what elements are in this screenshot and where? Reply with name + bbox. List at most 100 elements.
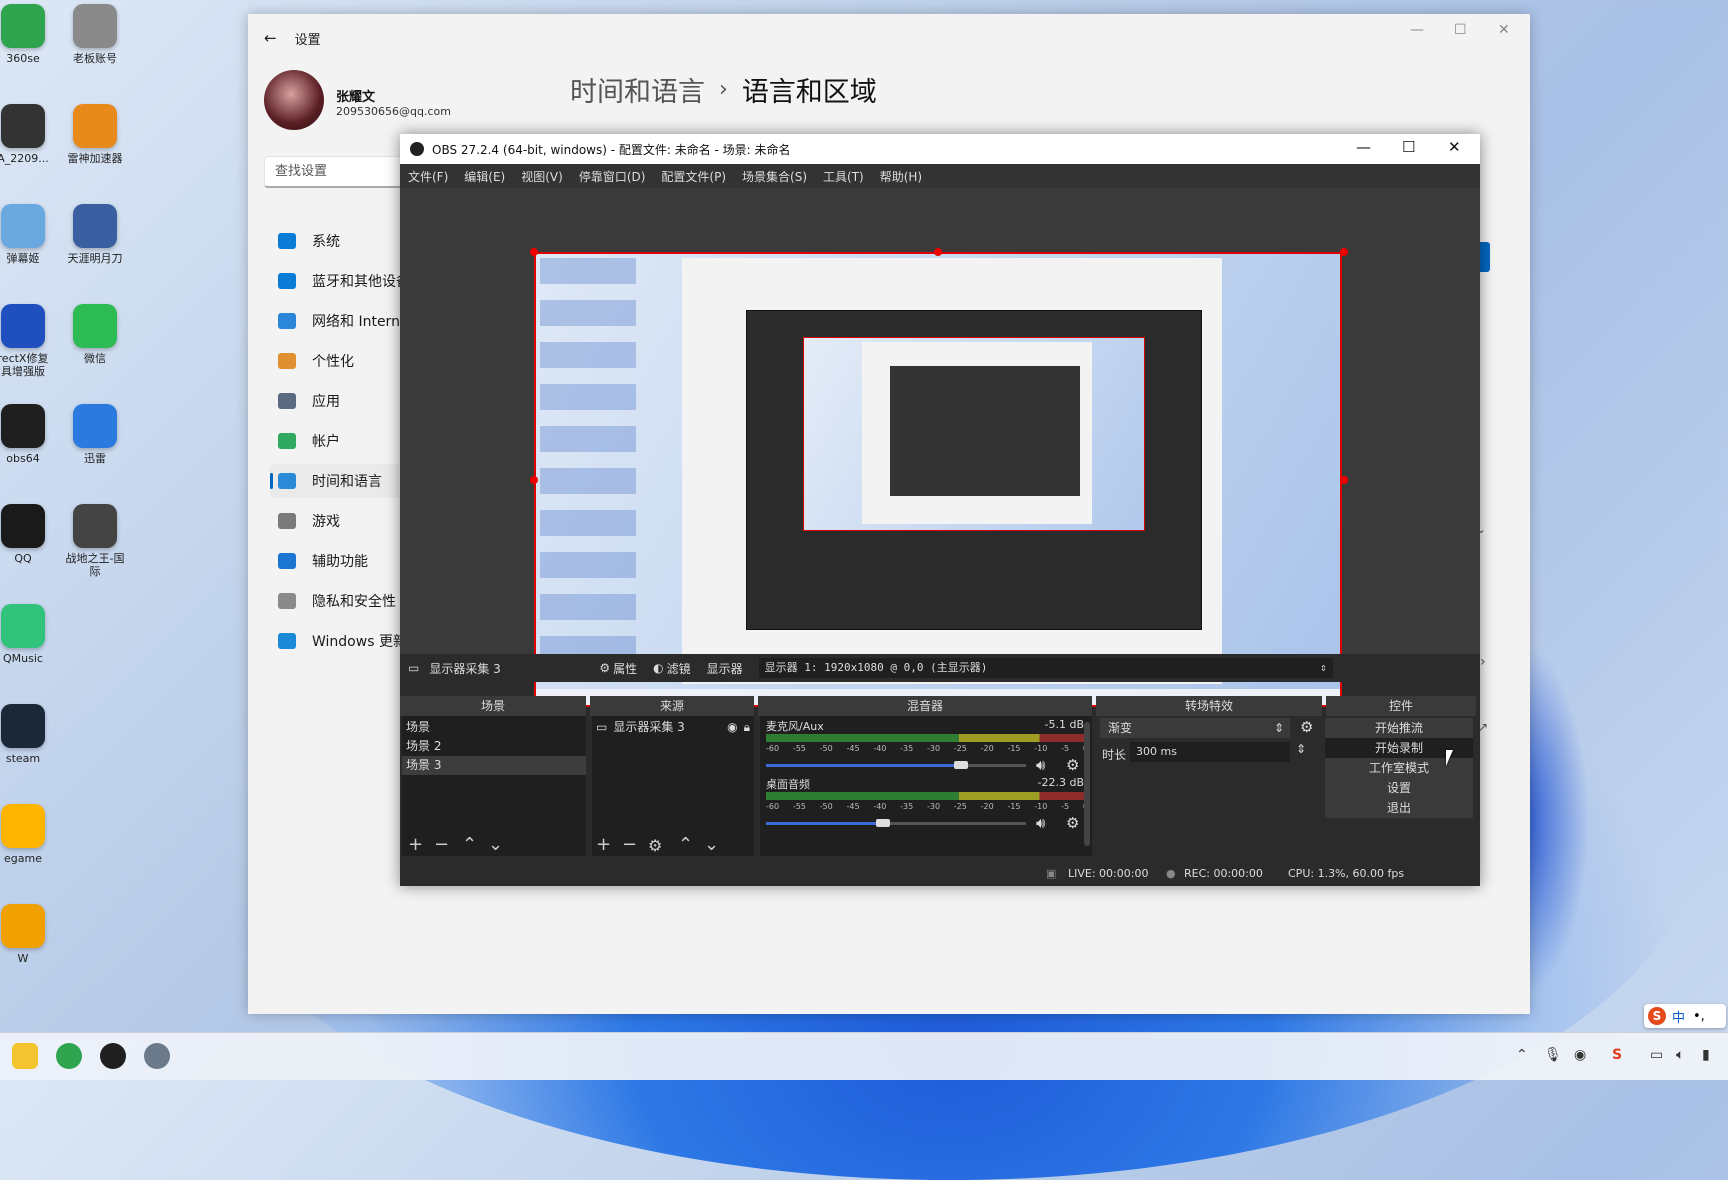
eye-icon[interactable]: ◉ — [727, 718, 737, 737]
updown-icon: ⇕ — [1320, 661, 1327, 674]
resize-handle[interactable] — [530, 476, 538, 484]
source-item[interactable]: ▭ 显示器采集 3 ◉ 🔒︎ — [592, 718, 754, 737]
back-arrow-icon[interactable]: ← — [264, 29, 277, 47]
close-icon[interactable]: ✕ — [1448, 138, 1461, 156]
move-down-icon[interactable]: ⌄ — [704, 834, 719, 855]
menu-item[interactable]: 文件(F) — [408, 168, 448, 185]
meter-tick-label: -30 — [926, 802, 941, 811]
speaker-icon[interactable]: 🔊︎ — [1036, 814, 1045, 832]
chevron-right-icon[interactable]: › — [1480, 654, 1486, 670]
sogou-icon[interactable]: S — [1612, 1047, 1622, 1063]
menu-item[interactable]: 配置文件(P) — [661, 168, 726, 185]
menu-item[interactable]: 场景集合(S) — [742, 168, 807, 185]
desktop-icon[interactable]: W — [0, 904, 66, 965]
avatar[interactable] — [264, 70, 324, 130]
add-source-icon[interactable]: + — [596, 834, 611, 855]
menu-item[interactable]: 编辑(E) — [464, 168, 505, 185]
display-select[interactable]: 显示器 1: 1920x1080 @ 0,0 (主显示器) ⇕ — [758, 658, 1333, 678]
obs-taskbar-icon[interactable] — [100, 1043, 126, 1069]
volume-slider[interactable] — [766, 764, 961, 767]
duration-spinbox[interactable]: 300 ms — [1130, 742, 1290, 762]
gear-icon[interactable]: ⚙ — [648, 836, 662, 855]
scene-item[interactable]: 场景 2 — [402, 737, 586, 756]
preview-canvas[interactable] — [534, 252, 1342, 707]
gear-icon[interactable]: ⚙ — [1066, 756, 1079, 774]
network-icon[interactable]: ◉ — [1574, 1047, 1586, 1063]
meter-tick-label: -35 — [900, 744, 914, 753]
chevron-up-icon[interactable]: ⌃ — [1516, 1047, 1528, 1063]
desktop-icon[interactable]: 天涯明月刀 — [52, 204, 138, 265]
lock-icon[interactable]: 🔒︎ — [744, 718, 750, 737]
punctuation-icon[interactable]: •, — [1693, 1009, 1705, 1024]
desktop-icon[interactable]: 迅雷 — [52, 404, 138, 465]
resize-handle[interactable] — [1340, 476, 1348, 484]
desktop-icon[interactable]: 雷神加速器 — [52, 104, 138, 165]
desktop-icon[interactable]: steam — [0, 704, 66, 765]
control-button[interactable]: 开始推流 — [1325, 718, 1473, 738]
desktop-icon-label: steam — [5, 752, 41, 765]
move-up-icon[interactable]: ⌃ — [462, 834, 477, 855]
menu-item[interactable]: 工具(T) — [823, 168, 864, 185]
resize-handle[interactable] — [1340, 248, 1348, 256]
display-select-value: 显示器 1: 1920x1080 @ 0,0 (主显示器) — [764, 661, 988, 674]
file-explorer-icon[interactable] — [12, 1043, 38, 1069]
ime-toolbar[interactable]: S 中 •, — [1644, 1004, 1726, 1028]
ime-mode[interactable]: 中 — [1672, 1007, 1685, 1026]
sources-list[interactable]: ▭ 显示器采集 3 ◉ 🔒︎ — [592, 716, 754, 856]
minimize-icon[interactable]: — — [1356, 138, 1371, 156]
close-icon[interactable]: ✕ — [1498, 22, 1510, 38]
battery-icon[interactable]: ▮ — [1702, 1047, 1710, 1063]
app-icon — [73, 4, 117, 48]
gear-icon[interactable]: ⚙ — [599, 661, 610, 675]
menu-item[interactable]: 视图(V) — [521, 168, 563, 185]
desktop-icon[interactable]: 战地之王-国 际 — [52, 504, 138, 578]
spinner-icon[interactable]: ⇕ — [1296, 742, 1306, 756]
browser-icon[interactable] — [56, 1043, 82, 1069]
app-icon — [73, 104, 117, 148]
meter-tick-label: -40 — [873, 802, 887, 811]
search-input[interactable]: 查找设置 — [275, 164, 327, 179]
control-button[interactable]: 退出 — [1325, 798, 1473, 818]
scene-item[interactable]: 场景 3 — [402, 756, 586, 775]
scene-item[interactable]: 场景 — [402, 718, 586, 737]
microphone-icon[interactable]: 🎙︎ — [1544, 1047, 1562, 1063]
gear-icon[interactable]: ⚙ — [1066, 814, 1079, 832]
menu-item[interactable]: 帮助(H) — [880, 168, 922, 185]
meter-tick-label: -45 — [846, 802, 860, 811]
meter-tick-label: -55 — [792, 802, 806, 811]
resize-handle[interactable] — [530, 248, 538, 256]
resize-handle[interactable] — [934, 248, 942, 256]
volume-slider-knob[interactable] — [876, 819, 890, 827]
move-down-icon[interactable]: ⌄ — [488, 834, 503, 855]
desktop-icon[interactable]: QMusic — [0, 604, 66, 665]
settings-taskbar-icon[interactable] — [144, 1043, 170, 1069]
app-icon — [1, 604, 45, 648]
gear-icon[interactable]: ⚙ — [1300, 718, 1313, 736]
filter-icon[interactable]: ◐ — [653, 661, 663, 675]
add-scene-icon[interactable]: + — [408, 834, 423, 855]
desktop-icon[interactable]: egame — [0, 804, 66, 865]
move-up-icon[interactable]: ⌃ — [678, 834, 693, 855]
preview-area[interactable] — [400, 188, 1480, 712]
volume-icon[interactable]: 🔈︎ — [1676, 1047, 1684, 1063]
properties-button[interactable]: 属性 — [613, 660, 637, 677]
remove-scene-icon[interactable]: − — [434, 834, 449, 855]
filters-button[interactable]: 滤镜 — [667, 660, 691, 677]
remove-source-icon[interactable]: − — [622, 834, 637, 855]
breadcrumb-parent[interactable]: 时间和语言 — [570, 70, 705, 109]
desktop-icon[interactable]: 老板账号 — [52, 4, 138, 65]
source-toolbar: ▭ 显示器采集 3 ⚙ 属性 ◐ 滤镜 显示器 显示器 1: 1920x1080… — [400, 654, 1480, 682]
volume-slider[interactable] — [766, 822, 883, 825]
minimize-icon[interactable]: — — [1410, 22, 1424, 38]
speaker-icon[interactable]: 🔊︎ — [1036, 756, 1045, 774]
display-icon[interactable]: ▭ — [1650, 1047, 1663, 1063]
maximize-icon[interactable]: ☐ — [1454, 22, 1467, 38]
mixer-scrollbar[interactable] — [1084, 722, 1090, 846]
maximize-icon[interactable]: ☐ — [1402, 138, 1415, 156]
transitions-dock-header: 转场特效 — [1096, 696, 1322, 716]
menu-item[interactable]: 停靠窗口(D) — [579, 168, 646, 185]
desktop-icon[interactable]: 微信 — [52, 304, 138, 365]
volume-slider-knob[interactable] — [954, 761, 968, 769]
control-button[interactable]: 设置 — [1325, 778, 1473, 798]
transition-select[interactable]: 渐变 ⇕ — [1100, 718, 1290, 738]
